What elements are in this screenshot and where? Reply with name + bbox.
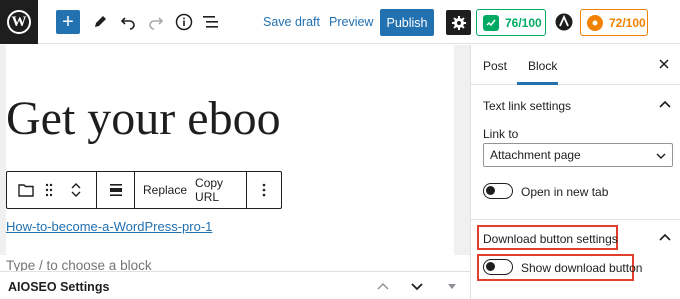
show-download-button-label: Show download button — [521, 261, 643, 275]
close-icon[interactable] — [657, 57, 671, 71]
active-tab-indicator — [517, 82, 558, 85]
block-toolbar-group-actions: Replace Copy URL — [135, 172, 247, 208]
align-button[interactable] — [109, 183, 123, 197]
download-button-settings-heading[interactable]: Download button settings — [483, 232, 618, 246]
link-to-label: Link to — [483, 127, 519, 141]
open-new-tab-toggle[interactable] — [483, 183, 513, 199]
wordpress-logo-button[interactable]: W — [0, 0, 38, 44]
aioseo-settings-bar[interactable]: AIOSEO Settings — [0, 271, 470, 299]
folder-icon — [18, 184, 34, 197]
settings-button[interactable] — [446, 10, 471, 35]
aioseo-logo-button[interactable] — [555, 13, 573, 31]
show-download-button-toggle[interactable] — [483, 259, 513, 275]
chevron-up-icon[interactable] — [659, 99, 671, 111]
save-draft-button[interactable]: Save draft — [263, 15, 320, 29]
plus-icon: + — [62, 11, 74, 33]
file-block-button[interactable] — [15, 183, 37, 197]
redo-icon — [149, 17, 164, 30]
undo-button[interactable] — [116, 10, 140, 34]
sidebar-tabs: Post Block — [471, 45, 680, 85]
publish-button[interactable]: Publish — [380, 9, 434, 36]
block-toolbar-group-options — [247, 172, 281, 208]
readability-score-value: 72/100 — [609, 15, 646, 30]
wordpress-logo-icon: W — [7, 10, 31, 34]
toggle-knob — [486, 262, 495, 271]
undo-icon — [120, 17, 135, 30]
tab-block[interactable]: Block — [528, 59, 557, 73]
copy-url-button[interactable]: Copy URL — [191, 176, 246, 204]
preview-button[interactable]: Preview — [329, 15, 373, 29]
gear-icon — [451, 15, 466, 30]
seo-score-badge[interactable]: 76/100 — [476, 9, 546, 36]
chevron-down-icon[interactable] — [71, 190, 81, 198]
settings-sidebar: Post Block Text link settings Link to At… — [470, 45, 680, 299]
block-toolbar-group-mover — [7, 172, 97, 208]
tab-post[interactable]: Post — [483, 59, 507, 73]
link-to-value: Attachment page — [490, 148, 581, 162]
move-block-controls[interactable] — [61, 182, 91, 198]
readability-score-icon — [587, 14, 603, 31]
chevron-up-icon[interactable] — [71, 182, 81, 190]
text-link-settings-heading[interactable]: Text link settings — [483, 99, 571, 113]
post-title[interactable]: Get your eboo — [6, 91, 281, 146]
chevron-down-icon[interactable] — [411, 282, 423, 291]
block-toolbar-group-align — [97, 172, 135, 208]
add-block-button[interactable]: + — [56, 10, 80, 34]
readability-score-badge[interactable]: 72/100 — [580, 9, 648, 36]
pencil-icon — [95, 16, 106, 27]
file-download-link[interactable]: How-to-become-a-WordPress-pro-1 — [6, 219, 212, 234]
block-options-button[interactable] — [262, 183, 266, 197]
details-button[interactable] — [172, 10, 196, 34]
info-icon — [175, 13, 193, 31]
caret-down-icon[interactable] — [448, 284, 456, 289]
chevron-down-icon — [656, 153, 666, 159]
seo-score-icon — [483, 14, 499, 31]
list-view-icon — [203, 16, 218, 28]
aioseo-logo-icon — [555, 13, 573, 31]
block-toolbar: Replace Copy URL — [6, 171, 282, 209]
seo-score-value: 76/100 — [505, 15, 542, 30]
drag-handle-icon — [45, 183, 53, 197]
more-vertical-icon — [262, 183, 266, 197]
tools-button[interactable] — [88, 10, 112, 34]
drag-handle[interactable] — [37, 183, 61, 197]
align-center-icon — [109, 184, 122, 196]
open-new-tab-label: Open in new tab — [521, 185, 609, 199]
editor-canvas: Get your eboo How-to-become-a-WordPress-… — [0, 45, 470, 273]
chevron-up-icon[interactable] — [659, 232, 671, 244]
document-area: Get your eboo How-to-become-a-WordPress-… — [6, 45, 454, 273]
panel-divider — [471, 219, 680, 220]
link-to-select[interactable]: Attachment page — [483, 143, 673, 167]
editor-top-toolbar: W + Save draft Preview Publish 76/100 72… — [0, 0, 680, 44]
list-view-button[interactable] — [200, 10, 224, 34]
toggle-knob — [486, 186, 495, 195]
chevron-up-icon[interactable] — [377, 282, 389, 291]
replace-button[interactable]: Replace — [139, 183, 191, 197]
redo-button[interactable] — [144, 10, 168, 34]
aioseo-settings-label: AIOSEO Settings — [8, 280, 110, 294]
